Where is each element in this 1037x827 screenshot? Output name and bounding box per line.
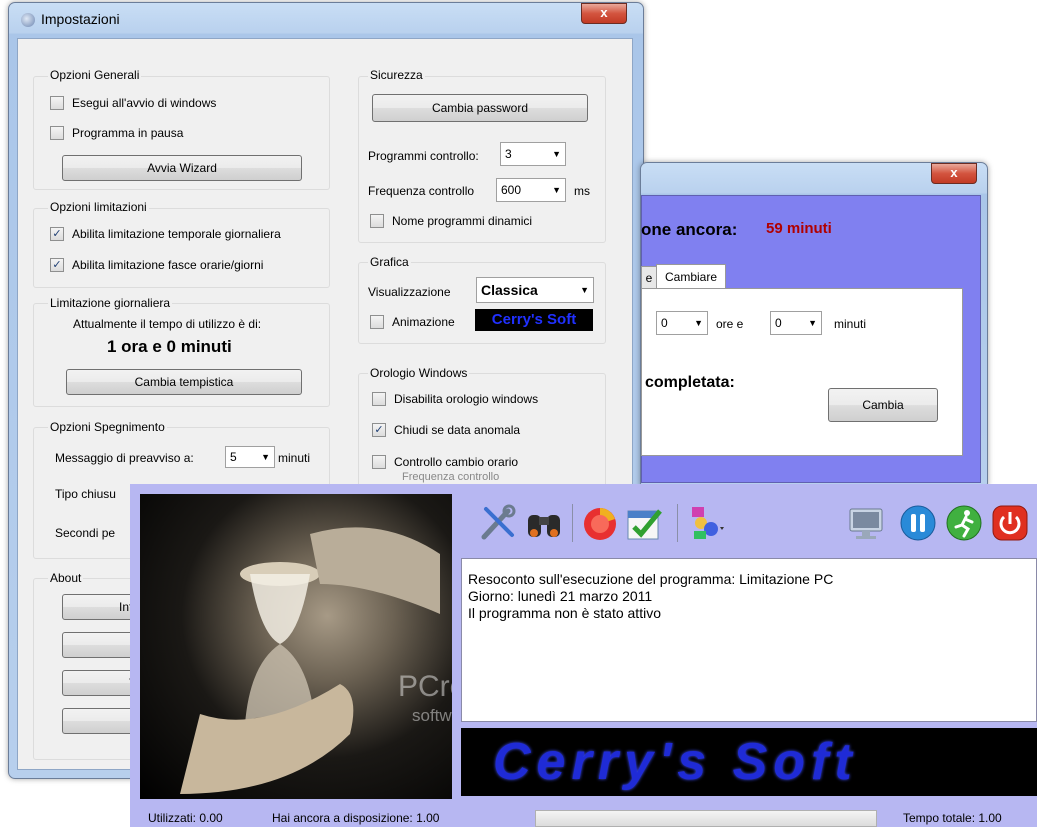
chevron-down-icon: ▼ (808, 318, 817, 328)
daily-limit-checkbox[interactable]: ✓ Abilita limitazione temporale giornalie… (50, 227, 281, 241)
warning-select[interactable]: 5 ▼ (225, 446, 275, 468)
checkbox-checked: ✓ (50, 227, 64, 241)
seconds-label: Secondi pe (55, 526, 116, 540)
checkbox-box (372, 392, 386, 406)
calendar-check-icon[interactable] (624, 503, 664, 543)
frequency-select[interactable]: 600 ▼ (496, 178, 566, 202)
close-button[interactable]: x (581, 3, 627, 24)
tab-change[interactable]: Cambiare (656, 264, 726, 289)
chevron-down-icon: ▼ (552, 149, 561, 159)
warning-unit: minuti (278, 451, 311, 465)
watermark: PCrestore.it (398, 670, 452, 703)
change-time-button[interactable]: Cambia tempistica (66, 369, 302, 395)
general-group-label: Opzioni Generali (48, 68, 142, 82)
checkbox-box (372, 455, 386, 469)
remaining-label: one ancora: (641, 220, 738, 239)
tab-partial[interactable]: e (641, 266, 657, 289)
about-group-label: About (48, 571, 84, 585)
watermark-sub: software free (412, 706, 452, 725)
log-line: Giorno: lunedì 21 marzo 2011 (468, 588, 653, 604)
programs-label: Programmi controllo: (368, 149, 479, 163)
limits-group-label: Opzioni limitazioni (48, 200, 149, 214)
checkbox-box (370, 214, 384, 228)
log-panel: Resoconto sull'esecuzione del programma:… (461, 558, 1037, 722)
view-label: Visualizzazione (368, 285, 451, 299)
animation-preview: Cerry's Soft (475, 309, 593, 331)
graphics-group-label: Grafica (368, 255, 411, 269)
checkbox-checked: ✓ (50, 258, 64, 272)
brand-logo: Cerry's Soft (493, 733, 858, 791)
dynamic-names-checkbox[interactable]: Nome programmi dinamici (370, 214, 532, 228)
available-label: Hai ancora a disposizione: 1.00 (272, 811, 440, 825)
hourglass-icon (180, 527, 440, 794)
window-title: Impostazioni (41, 11, 120, 27)
hours-text: ore e (716, 317, 744, 331)
change-password-button[interactable]: Cambia password (372, 94, 588, 122)
chevron-down-icon: ▼ (580, 285, 589, 295)
completed-label: completata: (645, 374, 735, 391)
minutes-select[interactable]: 0 ▼ (770, 311, 822, 335)
security-group-label: Sicurezza (368, 68, 425, 82)
clock-group-label: Orologio Windows (368, 366, 470, 380)
frequency-unit: ms (574, 184, 590, 198)
people-dropdown-icon[interactable] (686, 503, 726, 543)
close-type-label: Tipo chiusu (55, 487, 116, 501)
power-icon[interactable] (990, 503, 1030, 543)
close-on-date-checkbox[interactable]: ✓ Chiudi se data anomala (372, 423, 520, 437)
log-line: Resoconto sull'esecuzione del programma:… (468, 571, 834, 587)
wizard-button[interactable]: Avvia Wizard (62, 155, 302, 181)
runner-icon[interactable] (944, 503, 984, 543)
warning-label: Messaggio di preavviso a: (55, 451, 194, 465)
tools-icon[interactable] (478, 503, 518, 543)
time-progress-bar (535, 810, 877, 827)
shutdown-group-label: Opzioni Spegnimento (48, 420, 167, 434)
animation-checkbox[interactable]: Animazione (370, 315, 455, 329)
brand-banner: Cerry's Soft (461, 728, 1037, 796)
chevron-down-icon: ▼ (261, 452, 270, 462)
hourglass-photo: PCrestore.it software free (140, 494, 452, 799)
close-button[interactable]: x (931, 163, 977, 184)
disable-clock-checkbox[interactable]: Disabilita orologio windows (372, 392, 538, 406)
remaining-value: 59 minuti (766, 220, 832, 237)
minutes-text: minuti (834, 317, 867, 331)
chevron-down-icon: ▼ (694, 318, 703, 328)
graphics-group (358, 262, 606, 344)
log-line: Il programma non è stato attivo (468, 605, 661, 621)
binoculars-icon[interactable] (524, 503, 564, 543)
pause-icon[interactable] (898, 503, 938, 543)
programs-select[interactable]: 3 ▼ (500, 142, 566, 166)
time-bands-checkbox[interactable]: ✓ Abilita limitazione fasce orarie/giorni (50, 258, 263, 272)
checkbox-checked: ✓ (372, 423, 386, 437)
pause-checkbox[interactable]: Programma in pausa (50, 126, 183, 140)
daily-group-label: Limitazione giornaliera (48, 296, 173, 310)
daily-usage-text: Attualmente il tempo di utilizzo è di: (73, 317, 262, 331)
monitor-icon[interactable] (846, 503, 886, 543)
autostart-checkbox[interactable]: Esegui all'avvio di windows (50, 96, 216, 110)
frequency-label: Frequenza controllo (368, 184, 475, 198)
change-button[interactable]: Cambia (828, 388, 938, 422)
toolbar-separator (677, 504, 678, 542)
checkbox-box (50, 126, 64, 140)
checkbox-box (370, 315, 384, 329)
chevron-down-icon: ▼ (552, 185, 561, 195)
app-icon (21, 13, 35, 27)
frequency-sublabel: Frequenza controllo (402, 471, 500, 483)
total-label: Tempo totale: 1.00 (903, 811, 1002, 825)
view-select[interactable]: Classica ▼ (476, 277, 594, 303)
toolbar-separator (572, 504, 573, 542)
daily-usage-value: 1 ora e 0 minuti (107, 337, 232, 356)
hours-select[interactable]: 0 ▼ (656, 311, 708, 335)
limits-group (33, 208, 330, 288)
checkbox-box (50, 96, 64, 110)
pie-chart-icon[interactable] (580, 503, 620, 543)
used-label: Utilizzati: 0.00 (148, 811, 223, 825)
time-change-checkbox[interactable]: Controllo cambio orario (372, 455, 518, 469)
